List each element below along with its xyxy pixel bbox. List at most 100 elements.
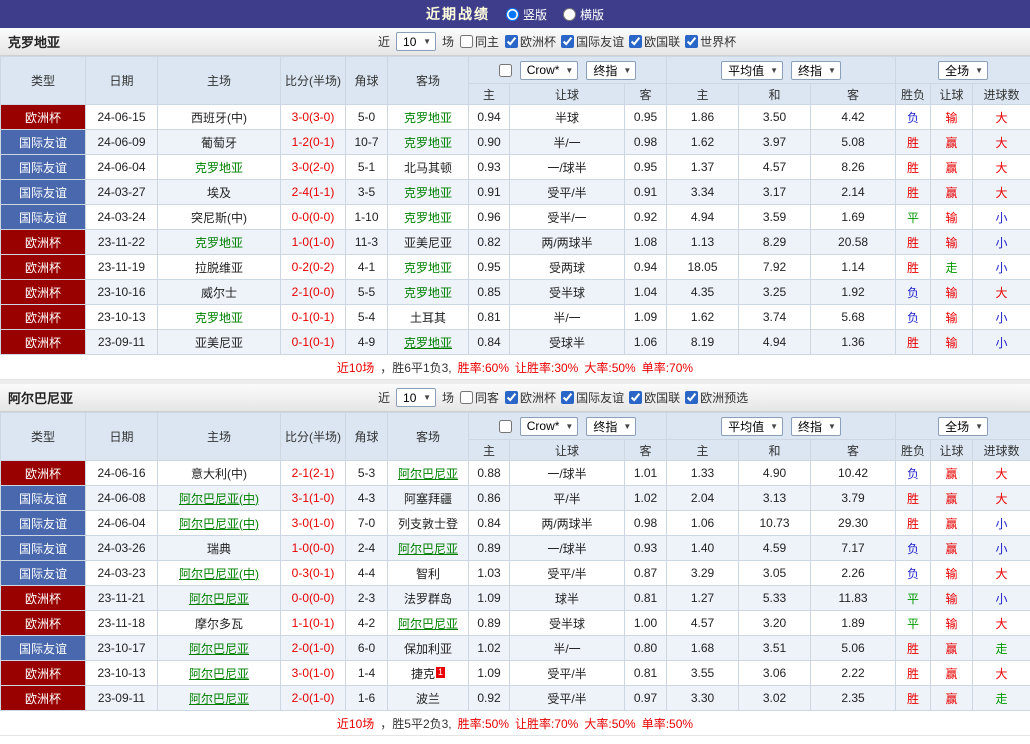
col-asian-away: 客 — [623, 83, 668, 105]
fulltime-select[interactable]: 全场 ▼ — [938, 60, 989, 80]
col-home: 主场 — [157, 56, 281, 105]
team-name[interactable]: 克罗地亚 — [404, 261, 452, 275]
league-filter[interactable]: 国际友谊 — [561, 33, 624, 50]
league-type-cell: 国际友谊 — [0, 510, 86, 536]
team-name[interactable]: 克罗地亚 — [404, 186, 452, 200]
avg-draw-odds: 3.17 — [738, 179, 812, 205]
team-name[interactable]: 阿尔巴尼亚 — [189, 642, 249, 656]
avg-draw-odds: 4.94 — [738, 329, 812, 355]
match-date: 24-03-27 — [85, 179, 158, 205]
bookmaker-select[interactable]: Crow* ▼ — [519, 416, 579, 436]
same-venue-filter[interactable]: 同主 — [460, 33, 499, 50]
handicap-away-odds: 1.02 — [623, 485, 668, 511]
handicap-away-odds: 0.94 — [623, 254, 668, 280]
avg-home-odds: 1.37 — [666, 154, 740, 180]
handicap-home-odds: 0.93 — [468, 154, 510, 180]
col-date: 日期 — [85, 56, 158, 105]
team-name: 智利 — [415, 566, 440, 581]
result-handicap: 赢 — [930, 535, 974, 561]
odds-header-checkbox[interactable] — [498, 63, 512, 77]
match-count-select[interactable]: 10 ▼ — [396, 32, 437, 51]
match-date: 23-11-18 — [85, 610, 158, 636]
team-name[interactable]: 克罗地亚 — [404, 286, 452, 300]
match-date: 24-03-23 — [85, 560, 158, 586]
team-name[interactable]: 阿尔巴尼亚 — [189, 667, 249, 681]
same-venue-checkbox[interactable] — [460, 35, 474, 48]
same-venue-filter[interactable]: 同客 — [460, 389, 499, 406]
result-handicap: 赢 — [930, 129, 974, 155]
league-filter[interactable]: 欧洲杯 — [505, 33, 556, 50]
team-name[interactable]: 阿尔巴尼亚(中) — [179, 567, 259, 581]
handicap-stage-select[interactable]: 终指 ▼ — [586, 60, 637, 80]
result-handicap: 赢 — [930, 685, 974, 711]
odds-header-checkbox[interactable] — [498, 419, 512, 433]
team-name[interactable]: 阿尔巴尼亚 — [398, 542, 458, 556]
league-filter[interactable]: 世界杯 — [685, 33, 736, 50]
league-checkbox[interactable] — [561, 35, 575, 48]
summary-segment: ，胜6平1负3, — [380, 360, 452, 375]
handicap-line: 半球 — [509, 104, 625, 130]
team-name[interactable]: 克罗地亚 — [195, 311, 243, 325]
col-result-goals: 进球数 — [972, 439, 1030, 461]
league-type-cell: 国际友谊 — [0, 204, 86, 230]
league-checkbox[interactable] — [685, 35, 699, 48]
same-venue-checkbox[interactable] — [460, 391, 474, 404]
team-name: 埃及 — [206, 185, 231, 200]
handicap-line: 一/球半 — [509, 460, 625, 486]
team-name[interactable]: 阿尔巴尼亚(中) — [179, 492, 259, 506]
result-winloss: 负 — [895, 560, 932, 586]
home-team-cell: 瑞典 — [157, 535, 281, 561]
average-stage-select[interactable]: 终指 ▼ — [791, 60, 841, 80]
col-result-handicap: 让球 — [930, 439, 974, 461]
league-filter[interactable]: 国际友谊 — [561, 389, 624, 406]
team-name[interactable]: 克罗地亚 — [404, 136, 452, 150]
chevron-down-icon: ▼ — [423, 393, 432, 402]
team-name[interactable]: 阿尔巴尼亚(中) — [179, 517, 259, 531]
horizontal-layout-radio[interactable] — [563, 7, 576, 21]
average-select[interactable]: 平均值 ▼ — [721, 60, 784, 80]
bookmaker-select[interactable]: Crow* ▼ — [519, 60, 579, 80]
average-stage-select[interactable]: 终指 ▼ — [791, 416, 841, 436]
match-count-select[interactable]: 10 ▼ — [396, 388, 437, 407]
corner-cell: 6-0 — [345, 635, 388, 661]
team-name[interactable]: 克罗地亚 — [195, 236, 243, 250]
league-checkbox[interactable] — [561, 391, 575, 404]
avg-home-odds: 1.06 — [666, 510, 740, 536]
league-checkbox[interactable] — [629, 391, 643, 404]
league-checkbox[interactable] — [505, 35, 519, 48]
team-name[interactable]: 阿尔巴尼亚 — [398, 617, 458, 631]
match-row: 欧洲杯 24-06-15 西班牙(中) 3-0(3-0) 5-0 克罗地亚 0.94 半球 0.… — [0, 104, 1030, 130]
summary-segment: 让胜率:30% — [515, 360, 579, 375]
league-checkbox[interactable] — [629, 35, 643, 48]
layout-option-horizontal[interactable]: 横版 — [563, 6, 604, 23]
match-date: 23-11-21 — [85, 585, 158, 611]
team-name[interactable]: 克罗地亚 — [404, 211, 452, 225]
col-asian-home: 主 — [468, 439, 510, 461]
team-name[interactable]: 克罗地亚 — [404, 111, 452, 125]
away-team-cell: 智利 — [387, 560, 469, 586]
league-filter[interactable]: 欧洲预选 — [685, 389, 748, 406]
team-name[interactable]: 克罗地亚 — [195, 161, 243, 175]
handicap-stage-select[interactable]: 终指 ▼ — [586, 416, 637, 436]
league-checkbox[interactable] — [685, 391, 699, 404]
avg-home-odds: 1.86 — [666, 104, 740, 130]
match-row: 国际友谊 24-03-23 阿尔巴尼亚(中) 0-3(0-1) 4-4 智利 1.03 受平/… — [0, 560, 1030, 586]
team-name[interactable]: 阿尔巴尼亚 — [398, 467, 458, 481]
league-type-cell: 欧洲杯 — [0, 229, 86, 255]
team-name[interactable]: 阿尔巴尼亚 — [189, 592, 249, 606]
result-winloss: 胜 — [895, 485, 932, 511]
vertical-layout-radio[interactable] — [505, 7, 519, 21]
league-filter[interactable]: 欧国联 — [629, 33, 680, 50]
team-name[interactable]: 阿尔巴尼亚 — [189, 692, 249, 706]
league-filter[interactable]: 欧洲杯 — [505, 389, 556, 406]
match-row: 欧洲杯 23-11-22 克罗地亚 1-0(1-0) 11-3 亚美尼亚 0.82 两/两球半… — [0, 229, 1030, 255]
match-date: 23-11-19 — [85, 254, 158, 280]
league-filter[interactable]: 欧国联 — [629, 389, 680, 406]
team-name[interactable]: 克罗地亚 — [404, 336, 452, 350]
average-select[interactable]: 平均值 ▼ — [721, 416, 784, 436]
layout-option-vertical[interactable]: 竖版 — [505, 6, 547, 23]
col-euro-home: 主 — [666, 83, 740, 105]
same-venue-label: 同主 — [475, 35, 500, 49]
league-checkbox[interactable] — [505, 391, 519, 404]
fulltime-select[interactable]: 全场 ▼ — [938, 416, 989, 436]
